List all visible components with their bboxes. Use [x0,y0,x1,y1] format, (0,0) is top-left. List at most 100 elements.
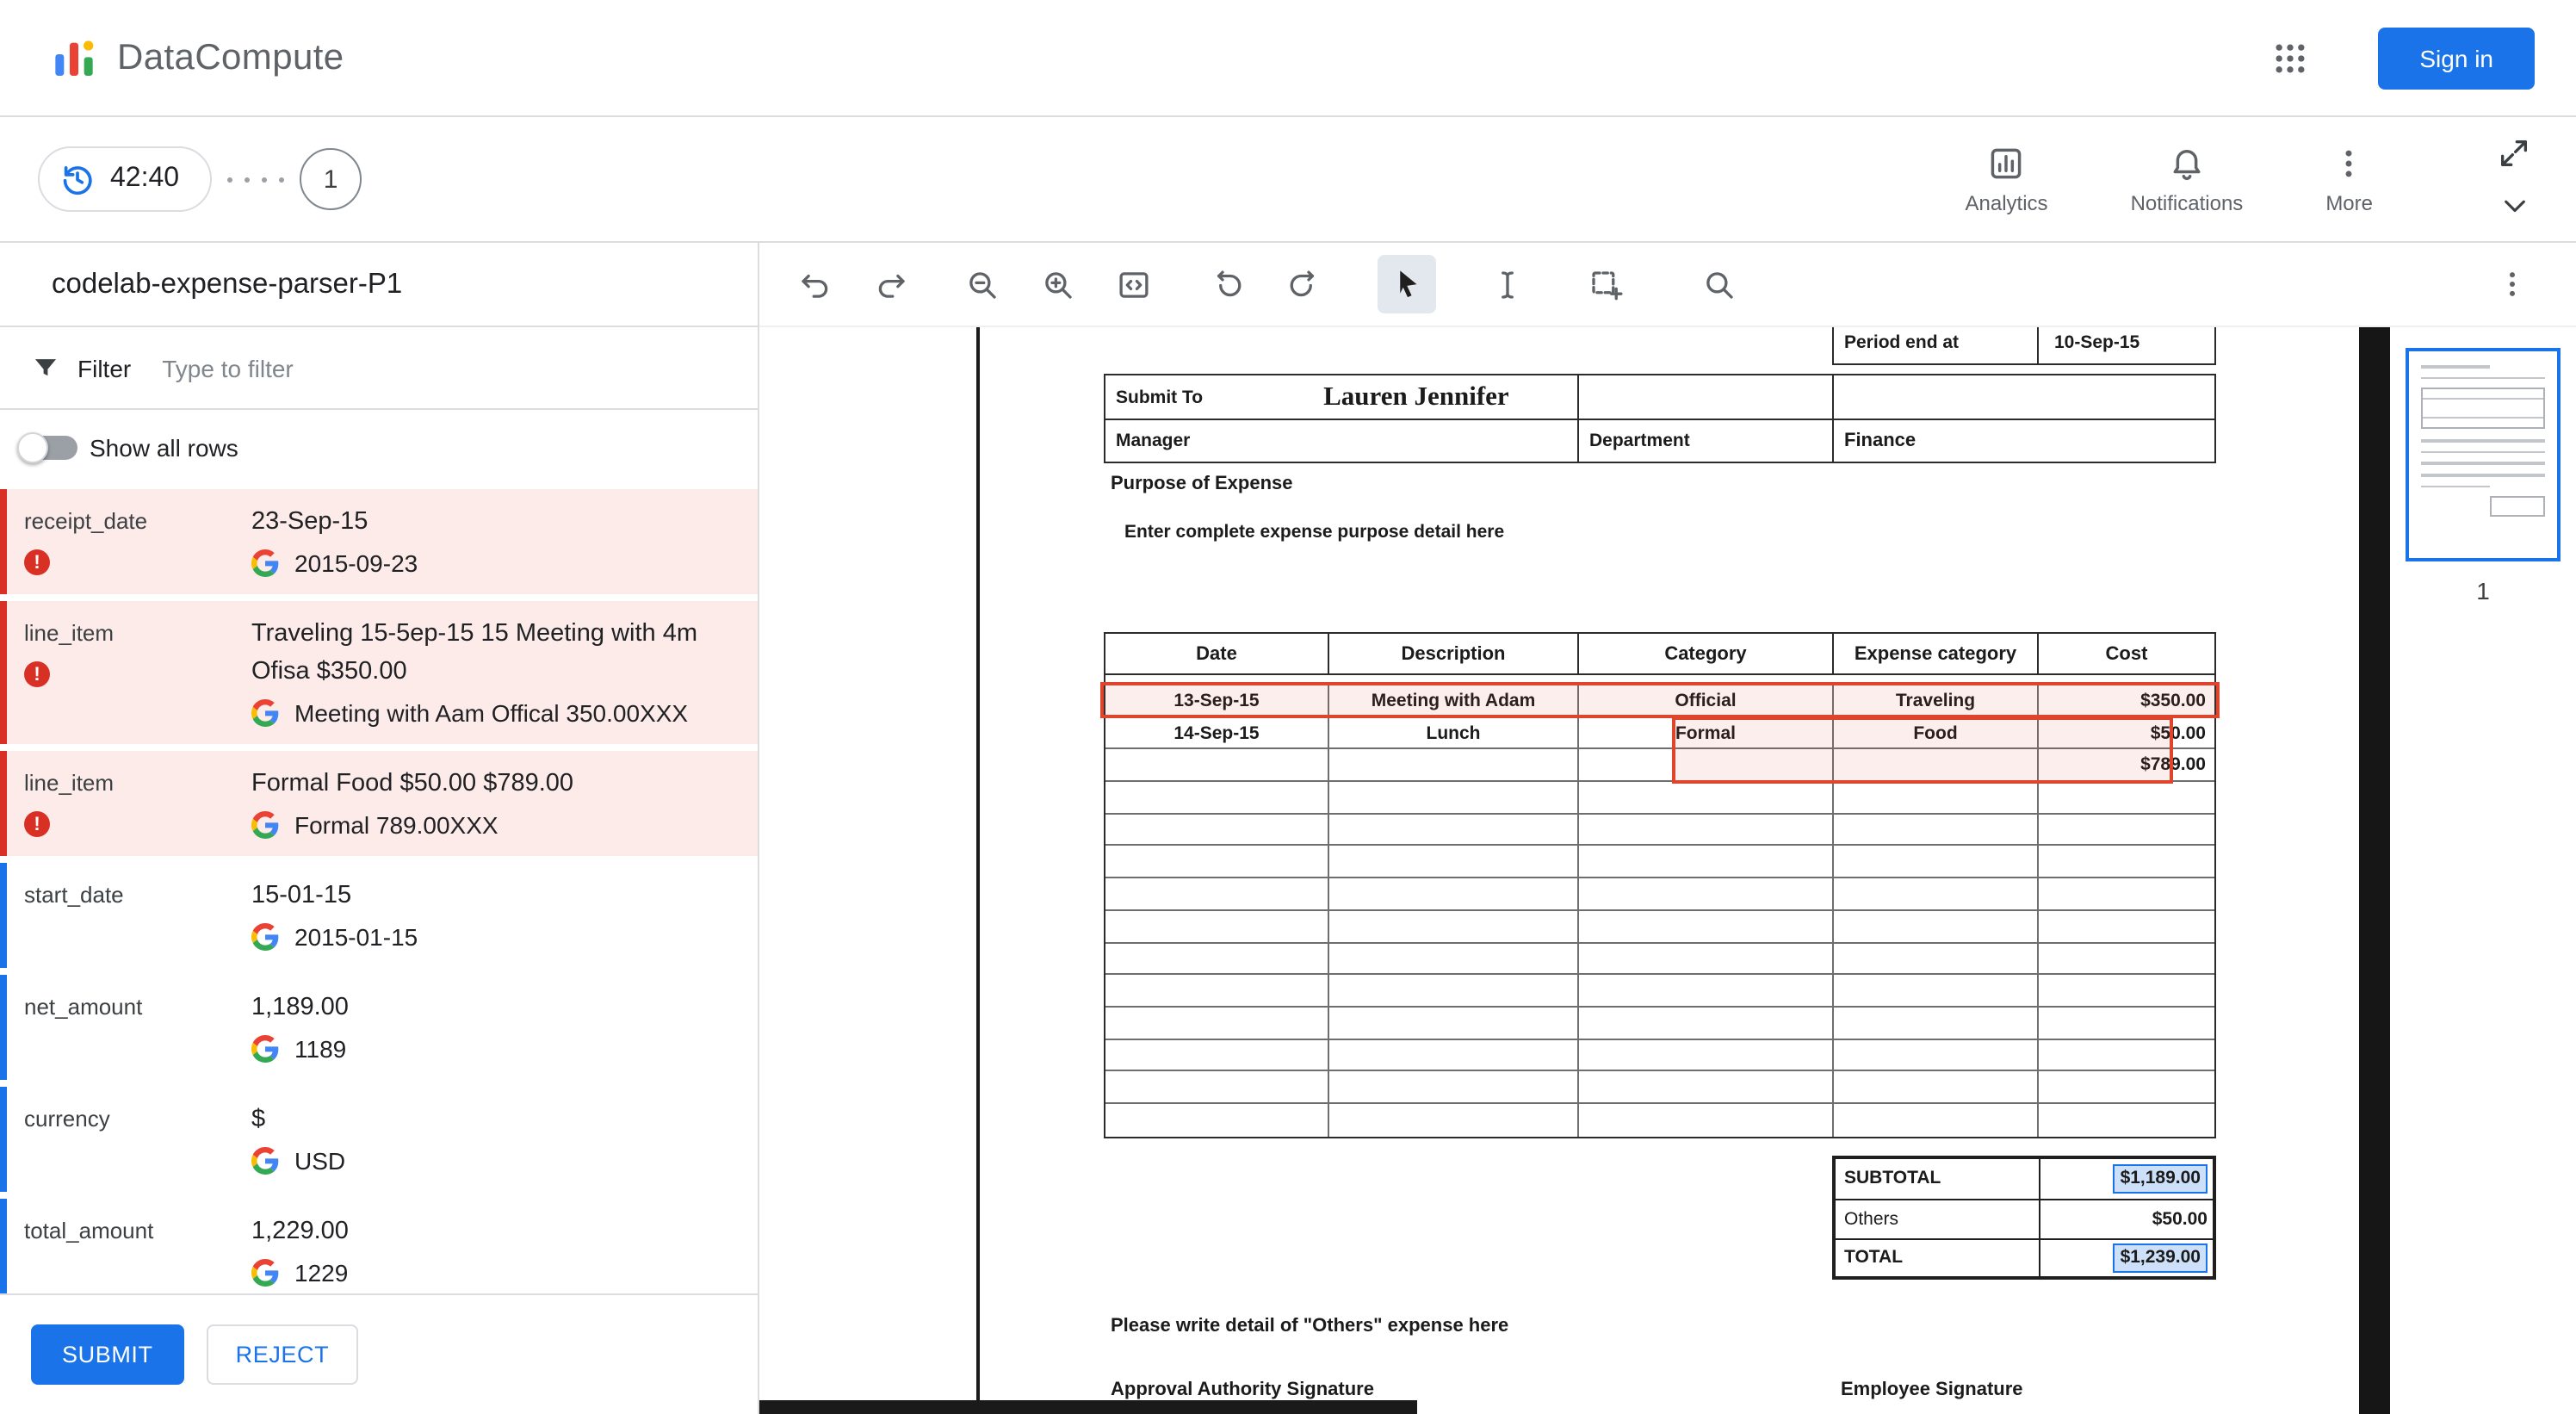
field-normalized: 2015-01-15 [294,923,418,951]
field-value[interactable]: 1,189.00 [251,989,740,1026]
field-row[interactable]: line_item ! Formal Food $50.00 $789.00 F… [0,751,758,856]
doc-submit-to-label: Submit To [1116,387,1204,407]
doc-table-row [1105,846,2214,879]
doc-table-cell [1579,975,1834,1006]
show-all-rows-row: Show all rows [0,410,758,484]
app-window: DataCompute Sign in 42:40 1 Analytics No… [0,0,2576,1414]
google-g-icon [251,811,279,839]
sign-in-button[interactable]: Sign in [2378,27,2535,89]
doc-table-row [1105,943,2214,976]
pointer-icon [1399,270,1416,297]
totals-label: SUBTOTAL [1836,1159,2040,1199]
field-row[interactable]: start_date 15-01-15 2015-01-15 [0,863,758,968]
doc-table-cell [1579,814,1834,845]
add-region-tool-button[interactable] [1576,255,1634,313]
totals-value[interactable]: $1,239.00 [2113,1243,2208,1273]
analytics-button[interactable]: Analytics [1966,144,2048,214]
apps-grid-icon[interactable] [2271,39,2309,77]
notifications-label: Notifications [2130,190,2244,214]
field-row[interactable]: line_item ! Traveling 15-5ep-15 15 Meeti… [0,601,758,744]
show-all-rows-label: Show all rows [90,433,238,461]
doc-table-cell [2039,1039,2214,1070]
scan-edge-bottom [759,1400,1417,1414]
doc-table-cell [1105,782,1329,813]
field-label: line_item [24,770,115,796]
undo-button[interactable] [785,255,844,313]
doc-table-cell [1105,749,1329,781]
doc-table-cell [2039,815,2214,845]
doc-table-cell [1329,1039,1579,1070]
doc-table-cell [1834,1071,2039,1102]
field-row[interactable]: receipt_date ! 23-Sep-15 2015-09-23 [0,489,758,594]
field-normalized: Meeting with Aam Offical 350.00XXX [294,699,689,727]
rotate-right-button[interactable] [1273,255,1331,313]
step-badge[interactable]: 1 [300,148,362,210]
notifications-button[interactable]: Notifications [2130,144,2244,214]
doc-table-row [1105,1071,2214,1104]
fields-list: receipt_date ! 23-Sep-15 2015-09-23 line… [0,484,758,1293]
filter-input[interactable] [162,354,734,381]
search-button[interactable] [1689,255,1748,313]
annotation-red-region[interactable] [1672,716,2173,784]
show-all-rows-toggle[interactable] [17,430,83,464]
rotate-right-icon [1289,270,1314,296]
pointer-tool-button[interactable] [1378,255,1436,313]
field-normalized: USD [294,1147,346,1175]
redo-button[interactable] [861,255,920,313]
field-value[interactable]: $ [251,1101,740,1138]
field-value[interactable]: Formal Food $50.00 $789.00 [251,765,740,803]
field-normalized: 1189 [294,1035,347,1063]
zoom-out-button[interactable] [952,255,1011,313]
doc-table-cell [1579,846,1834,878]
code-view-button[interactable] [1104,255,1162,313]
totals-value[interactable]: $50.00 [2152,1208,2208,1229]
submit-button[interactable]: SUBMIT [31,1324,184,1385]
doc-table-cell [1329,1103,1579,1137]
field-value[interactable]: 15-01-15 [251,877,740,915]
expand-fullscreen-icon[interactable] [2497,136,2531,171]
field-value[interactable]: Traveling 15-5ep-15 15 Meeting with 4m O… [251,615,740,691]
doc-table-header-cell: Description [1329,634,1579,673]
session-timer[interactable]: 42:40 [38,146,213,212]
brand-name: DataCompute [117,37,344,77]
rotate-left-button[interactable] [1198,255,1257,313]
field-row[interactable]: currency $ USD [0,1087,758,1192]
totals-value[interactable]: $1,189.00 [2113,1163,2208,1194]
doc-table-cell [1105,846,1329,878]
doc-table-cell [1329,943,1579,974]
more-button[interactable]: More [2325,144,2373,214]
undo-icon [801,273,827,297]
text-select-tool-button[interactable] [1477,255,1536,313]
document-canvas[interactable]: Period end at 10-Sep-15 Submit To Lauren… [759,327,2359,1414]
doc-totals-table: SUBTOTAL $1,189.00 Others $50.00 TOTAL $… [1832,1156,2216,1281]
field-value[interactable]: 1,229.00 [251,1212,740,1250]
zoom-in-button[interactable] [1028,255,1087,313]
step-connector-dots [227,177,285,182]
totals-row: SUBTOTAL $1,189.00 [1836,1159,2213,1199]
doc-table-row [1105,1103,2214,1137]
doc-table-cell [1834,878,2039,909]
page-thumbnail[interactable] [2406,348,2561,561]
field-normalized: 1229 [294,1259,349,1287]
annotation-red-row[interactable] [1100,682,2220,718]
analytics-label: Analytics [1965,190,2048,214]
doc-table-header-cell: Expense category [1834,634,2039,673]
toolbar-overflow-button[interactable] [2483,255,2542,313]
field-row[interactable]: total_amount 1,229.00 1229 [0,1199,758,1293]
doc-department-value: Finance [1844,431,1917,451]
entities-panel: codelab-expense-parser-P1 Filter Show al… [0,243,759,1414]
doc-table-cell [1834,846,2039,878]
reject-button[interactable]: REJECT [206,1324,359,1385]
doc-table-cell [1105,1103,1329,1137]
field-row[interactable]: net_amount 1,189.00 1189 [0,975,758,1080]
chevron-down-icon[interactable] [2498,189,2530,222]
field-value[interactable]: 23-Sep-15 [251,503,740,541]
thumbnail-page-number: 1 [2476,577,2490,605]
top-bar: DataCompute Sign in [0,0,2576,117]
zoom-in-icon [1044,271,1071,298]
doc-table-cell [1329,1007,1579,1039]
doc-table-cell [2039,1072,2214,1102]
redo-icon [877,273,904,297]
doc-table-cell [2039,847,2214,877]
error-icon: ! [24,661,50,687]
